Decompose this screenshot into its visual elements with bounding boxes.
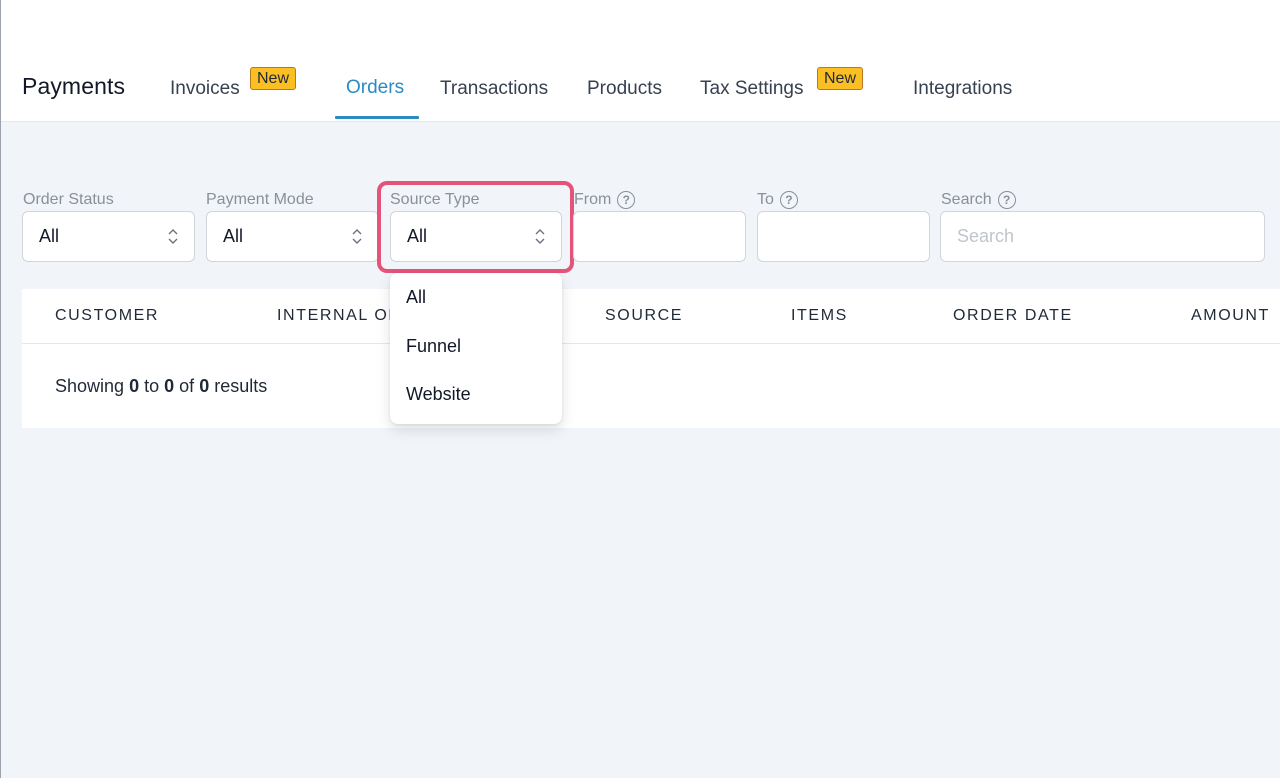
tab-transactions[interactable]: Transactions [440,78,548,100]
to-label: To ? [757,191,798,209]
page-title: Payments [22,73,126,99]
column-header-source[interactable]: SOURCE [605,307,683,325]
new-badge-invoices: New [250,67,297,90]
search-label-text: Search [941,191,992,208]
source-type-option-all[interactable]: All [406,287,426,308]
order-status-value: All [39,226,60,246]
payment-mode-select[interactable]: All [206,211,379,262]
source-type-dropdown-menu: All Funnel Website [390,273,562,424]
tab-integrations[interactable]: Integrations [913,78,1012,100]
active-tab-indicator [335,116,419,119]
results-summary: Showing 0 to 0 of 0 results [55,376,267,397]
tab-tax-settings[interactable]: Tax Settings [700,78,804,100]
showing-of-word: of [179,376,195,396]
chevron-up-down-icon [168,229,178,244]
from-label: From ? [574,191,636,209]
source-type-option-funnel[interactable]: Funnel [406,336,461,357]
column-header-order-date[interactable]: ORDER DATE [953,307,1073,325]
order-status-label: Order Status [23,191,114,209]
top-header: Payments Invoices New Orders Transaction… [1,0,1280,122]
order-status-label-text: Order Status [23,191,114,208]
payment-mode-label-text: Payment Mode [206,191,314,208]
showing-from: 0 [129,376,140,396]
column-header-amount[interactable]: AMOUNT [1191,307,1270,325]
showing-suffix: results [214,376,268,396]
source-type-option-website[interactable]: Website [406,384,471,405]
tab-invoices[interactable]: Invoices [170,78,240,100]
search-placeholder: Search [957,226,1015,246]
from-label-text: From [574,191,612,208]
column-header-items[interactable]: ITEMS [791,307,848,325]
showing-prefix: Showing [55,376,125,396]
showing-to-word: to [144,376,160,396]
new-badge-tax-settings: New [817,67,864,90]
search-input[interactable]: Search [940,211,1265,262]
question-circle-icon[interactable]: ? [997,191,1016,209]
to-date-input[interactable] [757,211,930,262]
to-label-text: To [757,191,774,208]
column-header-internal-order[interactable]: INTERNAL OR [277,307,402,325]
column-header-customer[interactable]: CUSTOMER [55,307,159,325]
showing-to: 0 [164,376,175,396]
showing-total: 0 [199,376,210,396]
source-type-label: Source Type [390,191,480,209]
order-status-select[interactable]: All [22,211,195,262]
payment-mode-label: Payment Mode [206,191,314,209]
from-date-input[interactable] [573,211,746,262]
source-type-label-text: Source Type [390,191,480,208]
chevron-up-down-icon [352,229,362,244]
source-type-value: All [407,226,428,246]
question-circle-icon[interactable]: ? [617,191,636,209]
tab-products[interactable]: Products [587,78,662,100]
question-circle-icon[interactable]: ? [779,191,798,209]
search-label: Search ? [941,191,1016,209]
payment-mode-value: All [223,226,244,246]
source-type-select[interactable]: All [390,211,562,262]
tab-orders[interactable]: Orders [346,77,404,99]
chevron-up-down-icon [535,229,545,244]
